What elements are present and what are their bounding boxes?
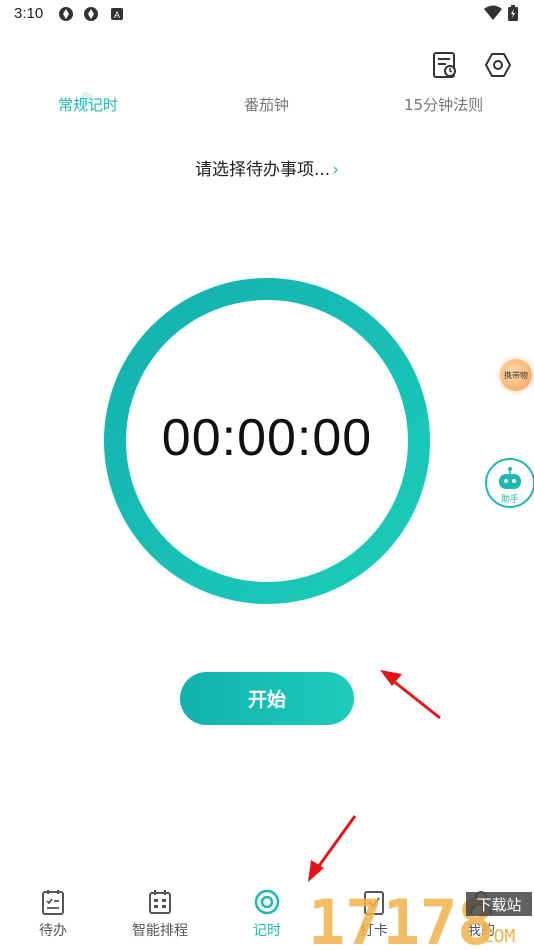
tab-regular-timing[interactable]: 常规记时 (58, 94, 118, 115)
assistant-label: 助手 (500, 495, 519, 505)
robot-icon (499, 467, 521, 489)
todo-list-icon (42, 890, 64, 915)
nav-timer[interactable]: 记时 (222, 888, 312, 940)
nav-smart-schedule[interactable]: 智能排程 (115, 888, 205, 940)
settings-hex-icon[interactable] (483, 50, 513, 80)
arrow-to-timer-tab (308, 815, 357, 882)
status-time: 3:10 (14, 5, 44, 22)
nav-label: 待办 (39, 923, 67, 939)
nav-label: 记时 (253, 923, 281, 939)
mode-tabs: 常规记时 番茄钟 15分钟法则 (0, 90, 534, 120)
tab-pomodoro[interactable]: 番茄钟 (244, 94, 289, 115)
nav-todo[interactable]: 待办 (8, 888, 98, 940)
site-watermark: 17178 下载站 COM (308, 886, 532, 950)
battery-icon (508, 5, 518, 21)
wifi-icon (484, 5, 502, 20)
watermark-sub: 下载站 (476, 896, 521, 914)
carry-items-label: 携带物 (504, 370, 528, 380)
tab-15min-rule[interactable]: 15分钟法则 (404, 94, 483, 115)
status-bar: 3:10 A (0, 0, 534, 28)
timer-display: 00:00:00 (161, 409, 373, 467)
a-icon: A (111, 8, 123, 20)
app-icon (59, 7, 73, 21)
record-list-icon[interactable] (430, 50, 460, 80)
task-selector-label: 请选择待办事项... (194, 160, 331, 180)
calendar-icon (149, 890, 171, 914)
carry-items-button[interactable]: 携带物 (500, 359, 532, 391)
arrow-to-start-button (380, 670, 441, 720)
start-button[interactable]: 开始 (180, 672, 354, 725)
assistant-button[interactable]: 助手 (485, 458, 534, 508)
watermark-domain: COM (483, 926, 516, 947)
chevron-right-icon: › (332, 160, 340, 180)
task-selector[interactable]: 请选择待办事项... › (0, 155, 534, 180)
app-icon (84, 7, 98, 21)
nav-label: 智能排程 (132, 923, 188, 939)
timer-ring-icon (254, 889, 280, 915)
svg-text:A: A (114, 10, 120, 20)
